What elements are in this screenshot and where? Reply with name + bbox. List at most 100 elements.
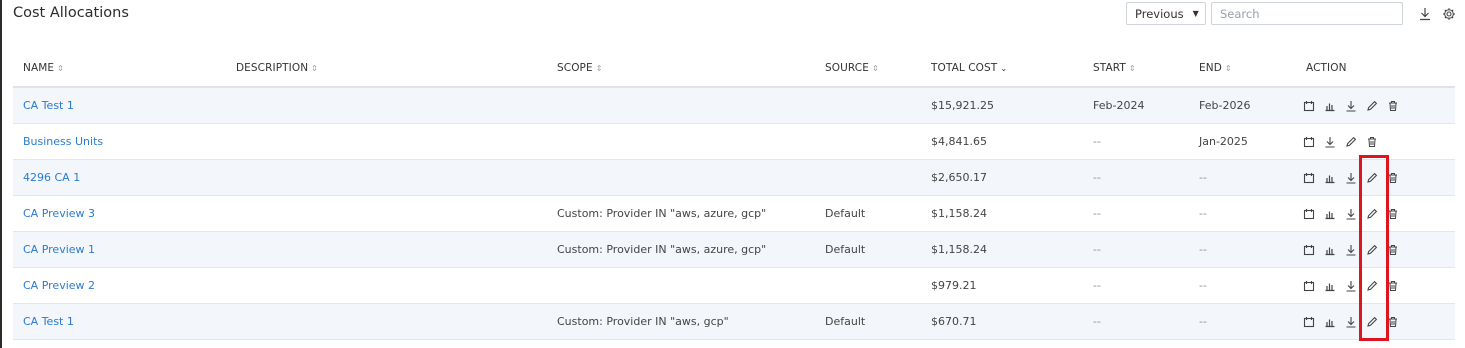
cell-start: -- — [1093, 243, 1101, 256]
cell-name[interactable]: CA Preview 1 — [23, 232, 95, 267]
download-icon[interactable] — [1345, 316, 1357, 328]
cell-end: Jan-2025 — [1199, 135, 1248, 148]
row-actions — [1303, 232, 1408, 267]
cell-total-cost: $15,921.25 — [931, 99, 994, 112]
cell-name[interactable]: CA Preview 2 — [23, 268, 95, 303]
cell-start: -- — [1093, 171, 1101, 184]
row-actions — [1303, 160, 1408, 195]
table-row[interactable]: CA Test 1 $15,921.25 Feb-2024 Feb-2026 — [13, 88, 1455, 124]
column-header-label: TOTAL COST — [931, 62, 998, 74]
search-input[interactable] — [1211, 2, 1403, 25]
column-header-description[interactable]: DESCRIPTION ⇕ — [236, 62, 318, 74]
cell-total-cost: $670.71 — [931, 315, 977, 328]
row-actions — [1303, 88, 1408, 123]
cell-start: -- — [1093, 279, 1101, 292]
range-select[interactable]: Previous ▼ — [1126, 2, 1206, 25]
copy-icon[interactable] — [1303, 208, 1315, 220]
range-select-value: Previous — [1135, 6, 1184, 21]
download-icon[interactable] — [1345, 172, 1357, 184]
column-header-label: START — [1093, 62, 1126, 74]
copy-icon[interactable] — [1303, 280, 1315, 292]
cell-source: Default — [825, 207, 866, 220]
sort-icon[interactable]: ⇕ — [872, 64, 879, 73]
column-header-label: SOURCE — [825, 62, 869, 74]
table-row[interactable]: 4296 CA 1 $2,650.17 -- -- — [13, 160, 1455, 196]
cell-total-cost: $1,158.24 — [931, 207, 987, 220]
cell-scope: Custom: Provider IN "aws, gcp" — [557, 315, 729, 328]
cell-scope: Custom: Provider IN "aws, azure, gcp" — [557, 243, 767, 256]
column-header-label: ACTION — [1306, 62, 1347, 74]
table-row[interactable]: Business Units $4,841.65 -- Jan-2025 — [13, 124, 1455, 160]
trash-icon[interactable] — [1366, 136, 1378, 148]
cell-end: -- — [1199, 171, 1207, 184]
cell-name[interactable]: CA Preview 3 — [23, 196, 95, 231]
download-icon[interactable] — [1345, 208, 1357, 220]
gear-icon[interactable] — [1442, 7, 1456, 21]
copy-icon[interactable] — [1303, 244, 1315, 256]
download-icon[interactable] — [1345, 280, 1357, 292]
copy-icon[interactable] — [1303, 172, 1315, 184]
download-icon[interactable] — [1345, 244, 1357, 256]
column-header-label: END — [1199, 62, 1222, 74]
row-actions — [1303, 268, 1408, 303]
download-icon[interactable] — [1324, 136, 1336, 148]
copy-icon[interactable] — [1303, 100, 1315, 112]
row-actions — [1303, 124, 1387, 159]
cell-name[interactable]: CA Test 1 — [23, 304, 74, 339]
cell-total-cost: $4,841.65 — [931, 135, 987, 148]
column-header-end[interactable]: END ⇕ — [1199, 62, 1232, 74]
column-header-label: DESCRIPTION — [236, 62, 309, 74]
column-header-total-cost[interactable]: TOTAL COST ⌄ — [931, 62, 1007, 74]
copy-icon[interactable] — [1303, 136, 1315, 148]
row-actions — [1303, 304, 1408, 339]
column-header-source[interactable]: SOURCE ⇕ — [825, 62, 879, 74]
table-row[interactable]: CA Preview 2 $979.21 -- -- — [13, 268, 1455, 304]
column-header-action: ACTION — [1306, 62, 1347, 74]
sort-icon[interactable]: ⇕ — [311, 64, 318, 73]
column-header-scope[interactable]: SCOPE ⇕ — [557, 62, 603, 74]
table-row[interactable]: CA Preview 3 Custom: Provider IN "aws, az… — [13, 196, 1455, 232]
cell-start: -- — [1093, 207, 1101, 220]
column-header-start[interactable]: START ⇕ — [1093, 62, 1136, 74]
table-row[interactable]: CA Test 1 Custom: Provider IN "aws, gcp" D… — [13, 304, 1455, 340]
column-header-name[interactable]: NAME ⇕ — [23, 62, 64, 74]
sort-icon[interactable]: ⇕ — [1225, 64, 1232, 73]
cell-source: Default — [825, 243, 866, 256]
row-actions — [1303, 196, 1408, 231]
window-edge — [0, 0, 2, 348]
cell-end: Feb-2026 — [1199, 99, 1251, 112]
download-icon[interactable] — [1345, 100, 1357, 112]
cell-name[interactable]: Business Units — [23, 124, 103, 159]
cell-name[interactable]: 4296 CA 1 — [23, 160, 80, 195]
chart-icon[interactable] — [1324, 172, 1336, 184]
chevron-down-icon: ▼ — [1192, 9, 1199, 18]
cell-name[interactable]: CA Test 1 — [23, 88, 74, 123]
page-title: Cost Allocations — [13, 5, 129, 21]
edit-icon[interactable] — [1345, 136, 1357, 148]
cell-total-cost: $979.21 — [931, 279, 977, 292]
cell-source: Default — [825, 315, 866, 328]
trash-icon[interactable] — [1387, 100, 1399, 112]
cell-end: -- — [1199, 243, 1207, 256]
chart-icon[interactable] — [1324, 280, 1336, 292]
chart-icon[interactable] — [1324, 208, 1336, 220]
cell-end: -- — [1199, 279, 1207, 292]
table-row[interactable]: CA Preview 1 Custom: Provider IN "aws, az… — [13, 232, 1455, 268]
column-header-label: SCOPE — [557, 62, 593, 74]
sort-desc-icon[interactable]: ⌄ — [1000, 64, 1007, 73]
cell-total-cost: $1,158.24 — [931, 243, 987, 256]
sort-icon[interactable]: ⇕ — [1129, 64, 1136, 73]
column-header-label: NAME — [23, 62, 55, 74]
copy-icon[interactable] — [1303, 316, 1315, 328]
sort-icon[interactable]: ⇕ — [57, 64, 64, 73]
cell-scope: Custom: Provider IN "aws, azure, gcp" — [557, 207, 767, 220]
chart-icon[interactable] — [1324, 100, 1336, 112]
cell-end: -- — [1199, 315, 1207, 328]
chart-icon[interactable] — [1324, 316, 1336, 328]
edit-icon[interactable] — [1366, 100, 1378, 112]
cell-end: -- — [1199, 207, 1207, 220]
cell-start: -- — [1093, 315, 1101, 328]
chart-icon[interactable] — [1324, 244, 1336, 256]
download-icon[interactable] — [1418, 7, 1432, 21]
sort-icon[interactable]: ⇕ — [596, 64, 603, 73]
